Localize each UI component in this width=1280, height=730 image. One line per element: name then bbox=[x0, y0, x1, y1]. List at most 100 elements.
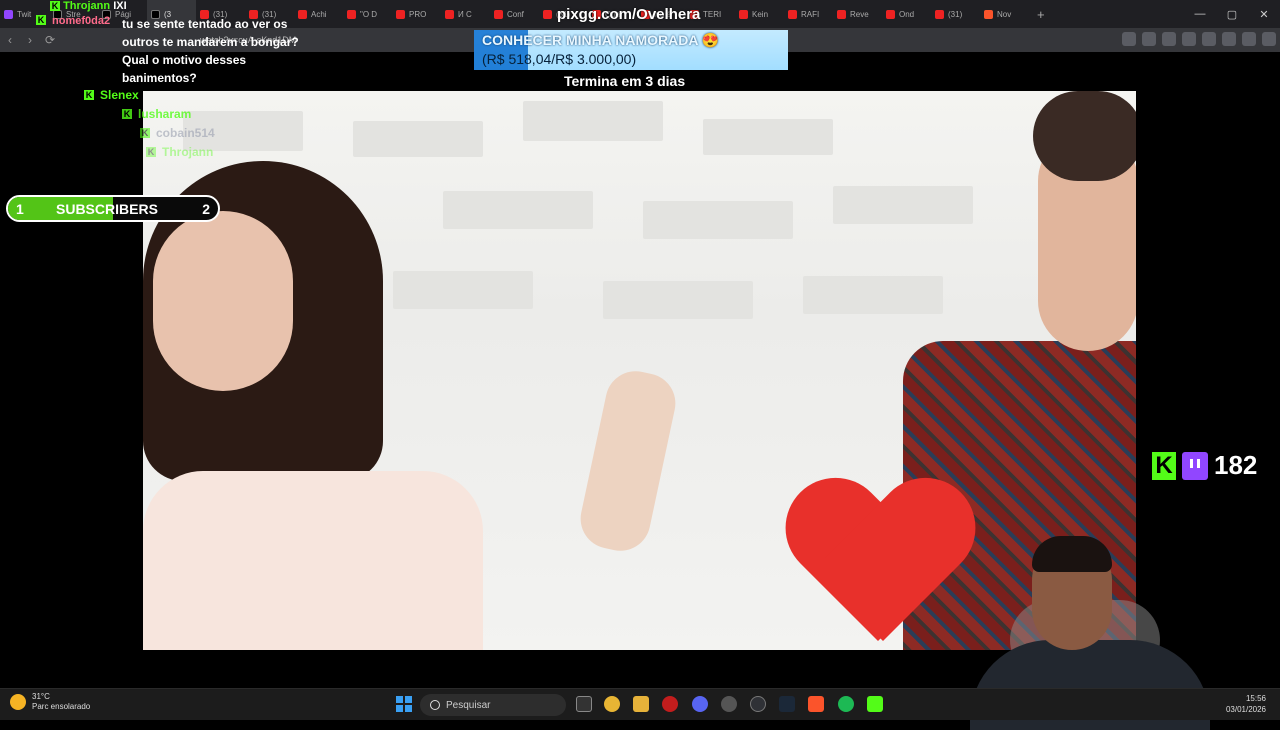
windows-taskbar: 31°C Parc ensolarado Pesquisar 15:56 03/… bbox=[0, 688, 1280, 720]
browser-tab[interactable]: RAFI bbox=[784, 0, 833, 28]
app-icon[interactable] bbox=[750, 696, 766, 712]
extension-icons bbox=[1122, 32, 1276, 46]
wall-brick bbox=[703, 119, 833, 155]
youtube-icon bbox=[886, 9, 895, 19]
wall-brick bbox=[643, 201, 793, 239]
wallet-icon[interactable] bbox=[1242, 32, 1256, 46]
tab-label: Twit bbox=[17, 9, 32, 19]
sub-goal-label: SUBSCRIBERS bbox=[56, 201, 158, 217]
goal-deadline: Termina em 3 dias bbox=[564, 73, 686, 89]
kick-badge-icon: K bbox=[84, 90, 94, 100]
tab-label: И С bbox=[458, 9, 472, 19]
window-controls: — ▢ ✕ bbox=[1184, 0, 1280, 28]
tab-label: RAFI bbox=[801, 9, 820, 19]
minimize-button[interactable]: — bbox=[1184, 0, 1216, 28]
rejecting-hand bbox=[575, 365, 681, 557]
weather-widget[interactable]: 31°C Parc ensolarado bbox=[10, 692, 90, 712]
kick-icon[interactable] bbox=[867, 696, 883, 712]
spotify-icon[interactable] bbox=[838, 696, 854, 712]
tab-label: Ond bbox=[899, 9, 915, 19]
start-icon[interactable] bbox=[396, 696, 412, 712]
search-label: Pesquisar bbox=[446, 699, 491, 711]
chat-message-text: tu se sente tentado ao ver os outros te … bbox=[122, 17, 299, 85]
twitch-logo-icon bbox=[1182, 451, 1208, 480]
forward-icon[interactable]: › bbox=[20, 33, 40, 47]
search-icon bbox=[430, 700, 440, 710]
taskbar-search[interactable]: Pesquisar bbox=[420, 694, 566, 716]
back-icon[interactable]: ‹ bbox=[0, 33, 20, 47]
extension-icon[interactable] bbox=[1142, 32, 1156, 46]
wall-brick bbox=[833, 186, 973, 224]
brave-icon bbox=[984, 9, 993, 19]
system-clock[interactable]: 15:56 03/01/2026 bbox=[1226, 693, 1266, 715]
extension-icon[interactable] bbox=[1202, 32, 1216, 46]
browser-tab[interactable]: Kein bbox=[735, 0, 784, 28]
close-button[interactable]: ✕ bbox=[1248, 0, 1280, 28]
donation-goal-box: CONHECER MINHA NAMORADA 😍 (R$ 518,04/R$ … bbox=[474, 30, 788, 70]
woman-body bbox=[143, 471, 483, 650]
donation-site-url: pixgg.com/Ovelhera bbox=[557, 6, 701, 23]
opera-icon[interactable] bbox=[662, 696, 678, 712]
chat-username: nomef0da2 bbox=[52, 15, 111, 27]
faded-chat-item: Klusharam bbox=[122, 107, 191, 121]
discord-icon[interactable] bbox=[692, 696, 708, 712]
browser-tab[interactable]: И С bbox=[441, 0, 490, 28]
heart-icon bbox=[783, 481, 973, 650]
youtube-icon bbox=[935, 9, 944, 19]
webcam-hair bbox=[1032, 536, 1112, 572]
tab-label: Nov bbox=[997, 9, 1012, 19]
man-hair bbox=[1033, 91, 1136, 181]
browser-tab[interactable]: Reve bbox=[833, 0, 882, 28]
steam-icon[interactable] bbox=[779, 696, 795, 712]
maximize-button[interactable]: ▢ bbox=[1216, 0, 1248, 28]
subscriber-goal-bar: 1 SUBSCRIBERS 2 bbox=[6, 195, 220, 222]
sidebar-icon[interactable] bbox=[1222, 32, 1236, 46]
obs-icon[interactable] bbox=[721, 696, 737, 712]
browser-tab[interactable]: PRO bbox=[392, 0, 441, 28]
kick-badge-icon: K bbox=[50, 1, 60, 11]
wall-brick bbox=[803, 276, 943, 314]
weather-desc: Parc ensolarado bbox=[32, 702, 91, 711]
extension-icon[interactable] bbox=[1122, 32, 1136, 46]
viewer-count: 182 bbox=[1214, 450, 1258, 480]
tab-label: Reve bbox=[850, 9, 869, 19]
youtube-icon bbox=[837, 9, 846, 19]
clock-time: 15:56 bbox=[1245, 694, 1266, 703]
youtube-icon bbox=[788, 9, 797, 19]
browser-tab[interactable]: "O D bbox=[343, 0, 392, 28]
browser-tab[interactable]: Nov bbox=[980, 0, 1029, 28]
menu-icon[interactable] bbox=[1262, 32, 1276, 46]
browser-tab[interactable]: (31) bbox=[931, 0, 980, 28]
browser-tab[interactable]: Ond bbox=[882, 0, 931, 28]
youtube-icon bbox=[494, 9, 503, 19]
tab-label: Kein bbox=[752, 9, 769, 19]
tab-label: "O D bbox=[360, 9, 378, 19]
goal-title: CONHECER MINHA NAMORADA 😍 bbox=[482, 32, 720, 48]
wall-brick bbox=[603, 281, 753, 319]
reload-icon[interactable]: ⟳ bbox=[40, 33, 60, 47]
wall-brick bbox=[393, 271, 533, 309]
chat-username: Throjann bbox=[63, 0, 111, 12]
kick-logo-icon: K bbox=[1152, 451, 1176, 480]
youtube-icon bbox=[445, 9, 454, 19]
tab-label: PRO bbox=[409, 9, 427, 19]
viewer-counter: K 182 bbox=[1152, 450, 1257, 481]
tab-label: Conf bbox=[507, 9, 524, 19]
woman-face bbox=[153, 211, 293, 391]
faded-chat-item: K Throjann bbox=[146, 145, 213, 159]
goal-amount: (R$ 518,04/R$ 3.000,00) bbox=[482, 51, 637, 67]
chrome-icon[interactable] bbox=[604, 696, 620, 712]
extension-icon[interactable] bbox=[1182, 32, 1196, 46]
extension-icon[interactable] bbox=[1162, 32, 1176, 46]
youtube-icon bbox=[396, 9, 405, 19]
youtube-icon bbox=[347, 9, 356, 19]
brave-icon[interactable] bbox=[808, 696, 824, 712]
new-tab-button[interactable]: + bbox=[1037, 7, 1045, 22]
sun-icon bbox=[10, 694, 26, 710]
chat-username: cobain514 bbox=[156, 126, 215, 140]
browser-tab[interactable]: Conf bbox=[490, 0, 539, 28]
file-explorer-icon[interactable] bbox=[633, 696, 649, 712]
tab-label: (31) bbox=[948, 9, 963, 19]
youtube-icon bbox=[739, 9, 748, 19]
task-view-icon[interactable] bbox=[576, 696, 592, 712]
